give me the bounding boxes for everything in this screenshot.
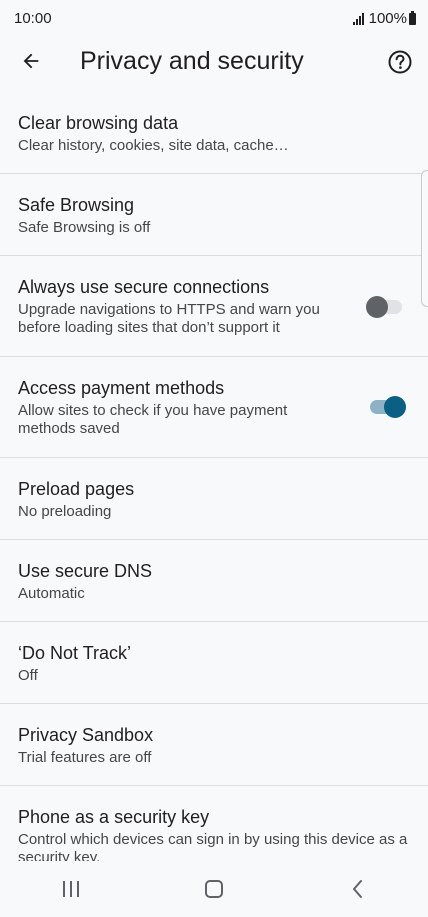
nav-back-button[interactable] bbox=[327, 869, 387, 909]
setting-access-payment-methods[interactable]: Access payment methods Allow sites to ch… bbox=[0, 357, 428, 458]
nav-recents-button[interactable] bbox=[41, 869, 101, 909]
payment-methods-toggle[interactable] bbox=[366, 394, 406, 418]
setting-title: Clear browsing data bbox=[18, 113, 179, 133]
setting-summary: Off bbox=[18, 667, 38, 684]
setting-use-secure-dns[interactable]: Use secure DNS Automatic bbox=[0, 540, 428, 622]
chevron-left-icon bbox=[352, 880, 362, 898]
setting-summary: Safe Browsing is off bbox=[18, 219, 151, 236]
status-time: 10:00 bbox=[14, 10, 52, 27]
setting-preload-pages[interactable]: Preload pages No preloading bbox=[0, 458, 428, 540]
setting-clear-browsing-data[interactable]: Clear browsing data Clear history, cooki… bbox=[0, 92, 428, 174]
status-indicators: 100% bbox=[352, 10, 416, 27]
help-button[interactable] bbox=[386, 48, 414, 76]
setting-do-not-track[interactable]: ‘Do Not Track’ Off bbox=[0, 622, 428, 704]
setting-title: Phone as a security key bbox=[18, 807, 210, 827]
setting-title: Access payment methods bbox=[18, 378, 225, 398]
battery-percent: 100% bbox=[368, 10, 407, 27]
setting-title: ‘Do Not Track’ bbox=[18, 643, 132, 663]
recents-icon bbox=[63, 881, 80, 897]
setting-summary: Allow sites to check if you have payment… bbox=[18, 402, 288, 437]
setting-title: Safe Browsing bbox=[18, 195, 135, 215]
battery-icon bbox=[409, 10, 416, 25]
setting-summary: Automatic bbox=[18, 585, 85, 602]
setting-summary: No preloading bbox=[18, 503, 112, 520]
setting-title: Always use secure connections bbox=[18, 277, 270, 297]
status-bar: 10:00 100% bbox=[0, 0, 428, 38]
toggle-thumb bbox=[366, 296, 388, 318]
screen: 10:00 100% Privacy and security Clear br… bbox=[0, 0, 428, 917]
setting-always-use-secure-connections[interactable]: Always use secure connections Upgrade na… bbox=[0, 256, 428, 357]
setting-title: Privacy Sandbox bbox=[18, 725, 154, 745]
setting-summary: Trial features are off bbox=[18, 749, 152, 766]
setting-title: Use secure DNS bbox=[18, 561, 153, 581]
page-title: Privacy and security bbox=[80, 47, 304, 75]
nav-home-button[interactable] bbox=[184, 869, 244, 909]
setting-title: Preload pages bbox=[18, 479, 135, 499]
system-nav-bar bbox=[0, 861, 428, 917]
settings-list: Clear browsing data Clear history, cooki… bbox=[0, 92, 428, 886]
secure-connections-toggle[interactable] bbox=[366, 294, 406, 318]
home-icon bbox=[204, 880, 223, 898]
signal-icon bbox=[352, 12, 365, 25]
help-circle-icon bbox=[388, 50, 412, 74]
setting-safe-browsing[interactable]: Safe Browsing Safe Browsing is off bbox=[0, 174, 428, 256]
scrollbar[interactable] bbox=[421, 170, 428, 307]
setting-privacy-sandbox[interactable]: Privacy Sandbox Trial features are off bbox=[0, 704, 428, 786]
setting-summary: Upgrade navigations to HTTPS and warn yo… bbox=[18, 301, 320, 336]
back-button[interactable] bbox=[14, 46, 48, 76]
arrow-left-icon bbox=[23, 53, 39, 69]
setting-summary: Clear history, cookies, site data, cache… bbox=[18, 137, 289, 154]
app-bar: Privacy and security bbox=[0, 38, 428, 84]
toggle-thumb bbox=[384, 396, 406, 418]
